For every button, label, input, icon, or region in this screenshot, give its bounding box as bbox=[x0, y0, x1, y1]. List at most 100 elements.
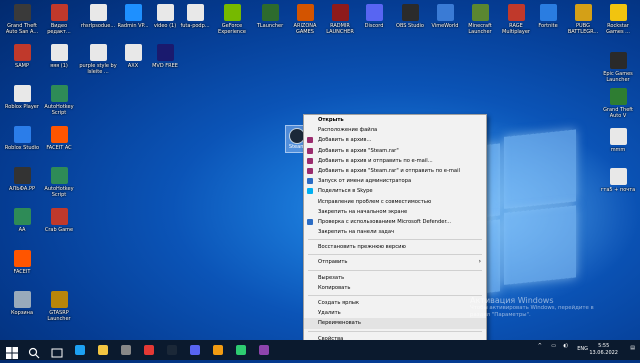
desktop-icon-label: Видео редакт... bbox=[47, 23, 71, 35]
desktop-icon[interactable]: futa-podp... bbox=[175, 4, 215, 29]
windows-start-icon[interactable] bbox=[6, 344, 18, 359]
desktop-icon[interactable]: Roblox Player bbox=[2, 85, 42, 110]
chevron-up-icon[interactable]: ^ bbox=[538, 343, 542, 349]
file-icon bbox=[89, 4, 107, 21]
task-view-icon[interactable] bbox=[51, 344, 63, 358]
desktop-icon[interactable]: ARIZONA GAMES bbox=[285, 4, 325, 35]
desktop-icon[interactable]: Корзина bbox=[2, 291, 42, 316]
desktop-icon[interactable]: Rockstar Games ... bbox=[598, 4, 638, 35]
menu-item[interactable]: Копировать bbox=[304, 283, 486, 293]
desktop-icon[interactable]: Fortnite bbox=[528, 4, 568, 29]
menu-item[interactable]: Добавить в архив "Steam.rar" и отправить… bbox=[304, 166, 486, 176]
desktop-icon[interactable]: TLauncher bbox=[250, 4, 290, 29]
desktop-icon-label: GTASRP Launcher bbox=[47, 310, 71, 322]
volume-icon[interactable]: ◖) bbox=[563, 343, 568, 349]
menu-item-label: Исправление проблем с совместимостью bbox=[318, 198, 432, 205]
app-task-icon[interactable] bbox=[235, 344, 247, 356]
menu-item[interactable]: Создать ярлык bbox=[304, 298, 486, 308]
menu-item[interactable]: Восстановить прежнюю версию bbox=[304, 242, 486, 252]
desktop-icon[interactable]: Discord bbox=[354, 4, 394, 29]
desktop-icon[interactable]: AutoHotkey Script bbox=[39, 85, 79, 116]
desktop-icon[interactable]: OBS Studio bbox=[390, 4, 430, 29]
desktop-icon[interactable]: GTASRP Launcher bbox=[39, 291, 79, 322]
menu-item[interactable]: Удалить bbox=[304, 308, 486, 318]
steam-task-icon[interactable] bbox=[166, 344, 178, 356]
calculator-icon[interactable] bbox=[120, 344, 132, 356]
desktop-icon[interactable]: Epic Games Launcher bbox=[598, 52, 638, 83]
discord-task-icon[interactable] bbox=[189, 344, 201, 356]
desktop-icon[interactable]: MVD FREE bbox=[145, 44, 185, 69]
desktop-icon-label: TLauncher bbox=[256, 23, 284, 29]
desktop-icon[interactable]: Grand Theft Auto V bbox=[598, 88, 638, 119]
pubg-icon bbox=[574, 4, 592, 21]
clock[interactable]: 5:55 13.06.2022 bbox=[589, 343, 618, 357]
desktop-icon[interactable]: mmm bbox=[598, 128, 638, 153]
desktop-icon[interactable]: FACEIT bbox=[2, 250, 42, 275]
desktop-icon[interactable]: FACEIT AC bbox=[39, 126, 79, 151]
desktop-icon-label: Grand Theft Auto V bbox=[603, 107, 633, 119]
language-indicator[interactable]: ENG bbox=[577, 346, 588, 352]
menu-item[interactable]: Отправить › bbox=[304, 257, 486, 267]
desktop-icon[interactable]: яяя (1) bbox=[39, 44, 79, 69]
app-task-icon[interactable] bbox=[258, 344, 270, 356]
menu-item[interactable]: Проверка с использованием Microsoft Defe… bbox=[304, 217, 486, 227]
desktop-icon-label: FACEIT bbox=[13, 269, 31, 275]
menu-item[interactable]: Исправление проблем с совместимостью bbox=[304, 197, 486, 207]
menu-item[interactable]: Добавить в архив "Steam.rar" bbox=[304, 146, 486, 156]
menu-item-label: Отправить bbox=[318, 259, 348, 266]
context-menu: Открыть Расположение файла Добавить в архи… bbox=[303, 114, 487, 342]
menu-separator bbox=[308, 330, 482, 332]
app-task-icon[interactable] bbox=[212, 344, 224, 356]
desktop-icon-label: Grand Theft Auto San A... bbox=[5, 23, 39, 35]
notification-icon[interactable]: ▤ bbox=[630, 345, 635, 351]
desktop-icon[interactable]: purple style by Isleite ... bbox=[78, 44, 118, 75]
menu-item[interactable]: Переименовать bbox=[304, 318, 486, 329]
desktop-icon[interactable]: Crab Game bbox=[39, 208, 79, 233]
menu-item[interactable]: Закрепить на начальном экране bbox=[304, 207, 486, 217]
desktop-icon[interactable]: АЛЬФА.PP bbox=[2, 167, 42, 192]
desktop-icon[interactable]: АА bbox=[2, 208, 42, 233]
search-icon[interactable] bbox=[28, 344, 40, 359]
menu-item[interactable]: Добавить в архив... bbox=[304, 135, 486, 145]
menu-item[interactable]: Открыть bbox=[304, 115, 486, 125]
file-icon bbox=[186, 4, 204, 21]
menu-item[interactable]: Запуск от имени администратора bbox=[304, 176, 486, 186]
chrome-icon[interactable] bbox=[143, 344, 155, 356]
submenu-arrow-icon: › bbox=[478, 258, 481, 266]
desktop-icon[interactable]: гта5 + почта bbox=[598, 168, 638, 193]
radmin-icon bbox=[124, 4, 142, 21]
menu-item[interactable]: Поделиться в Skype bbox=[304, 186, 486, 196]
menu-item[interactable]: Закрепить на панели задач bbox=[304, 227, 486, 237]
desktop-icon[interactable]: rhsrlpsodue... bbox=[78, 4, 118, 29]
desktop-icon[interactable]: GeForce Experience bbox=[212, 4, 252, 35]
menu-item-label: Расположение файла bbox=[318, 127, 378, 134]
menu-item-label: Поделиться в Skype bbox=[318, 188, 373, 195]
winrar-icon bbox=[307, 167, 313, 174]
menu-item[interactable]: Вырезать bbox=[304, 273, 486, 283]
edge-icon[interactable] bbox=[74, 344, 86, 356]
menu-item[interactable]: Добавить в архив и отправить по e-mail..… bbox=[304, 156, 486, 166]
desktop-icon[interactable]: Grand Theft Auto San A... bbox=[2, 4, 42, 35]
desktop-icon-label: Minecraft Launcher bbox=[468, 23, 492, 35]
vimeworld-icon bbox=[436, 4, 454, 21]
desktop-icon[interactable]: Minecraft Launcher bbox=[460, 4, 500, 35]
desktop-icon[interactable]: Roblox Studio bbox=[2, 126, 42, 151]
network-icon[interactable]: ▭ bbox=[551, 343, 556, 349]
winrar-icon bbox=[307, 157, 313, 164]
desktop-icon[interactable]: VimeWorld bbox=[425, 4, 465, 29]
menu-item-label: Вырезать bbox=[318, 274, 345, 281]
menu-item-label: Восстановить прежнюю версию bbox=[318, 244, 406, 251]
menu-item[interactable]: Расположение файла bbox=[304, 125, 486, 135]
desktop-icon-label: OBS Studio bbox=[396, 23, 424, 29]
desktop-icon[interactable]: Видео редакт... bbox=[39, 4, 79, 35]
menu-item-label: Копировать bbox=[318, 284, 351, 291]
file-explorer-icon[interactable] bbox=[97, 344, 109, 356]
desktop-icon-label: АА bbox=[18, 227, 26, 233]
desktop-icon[interactable]: SAMP bbox=[2, 44, 42, 69]
desktop-icon[interactable]: AutoHotkey Script bbox=[39, 167, 79, 198]
desktop-icon[interactable]: PUBG BATTLEGR... bbox=[563, 4, 603, 35]
file-icon bbox=[124, 44, 142, 61]
desktop-icon-label: Epic Games Launcher bbox=[603, 71, 633, 83]
roblox-studio-icon bbox=[13, 126, 31, 143]
desktop-icon-label: АЛЬФА.PP bbox=[9, 186, 35, 192]
